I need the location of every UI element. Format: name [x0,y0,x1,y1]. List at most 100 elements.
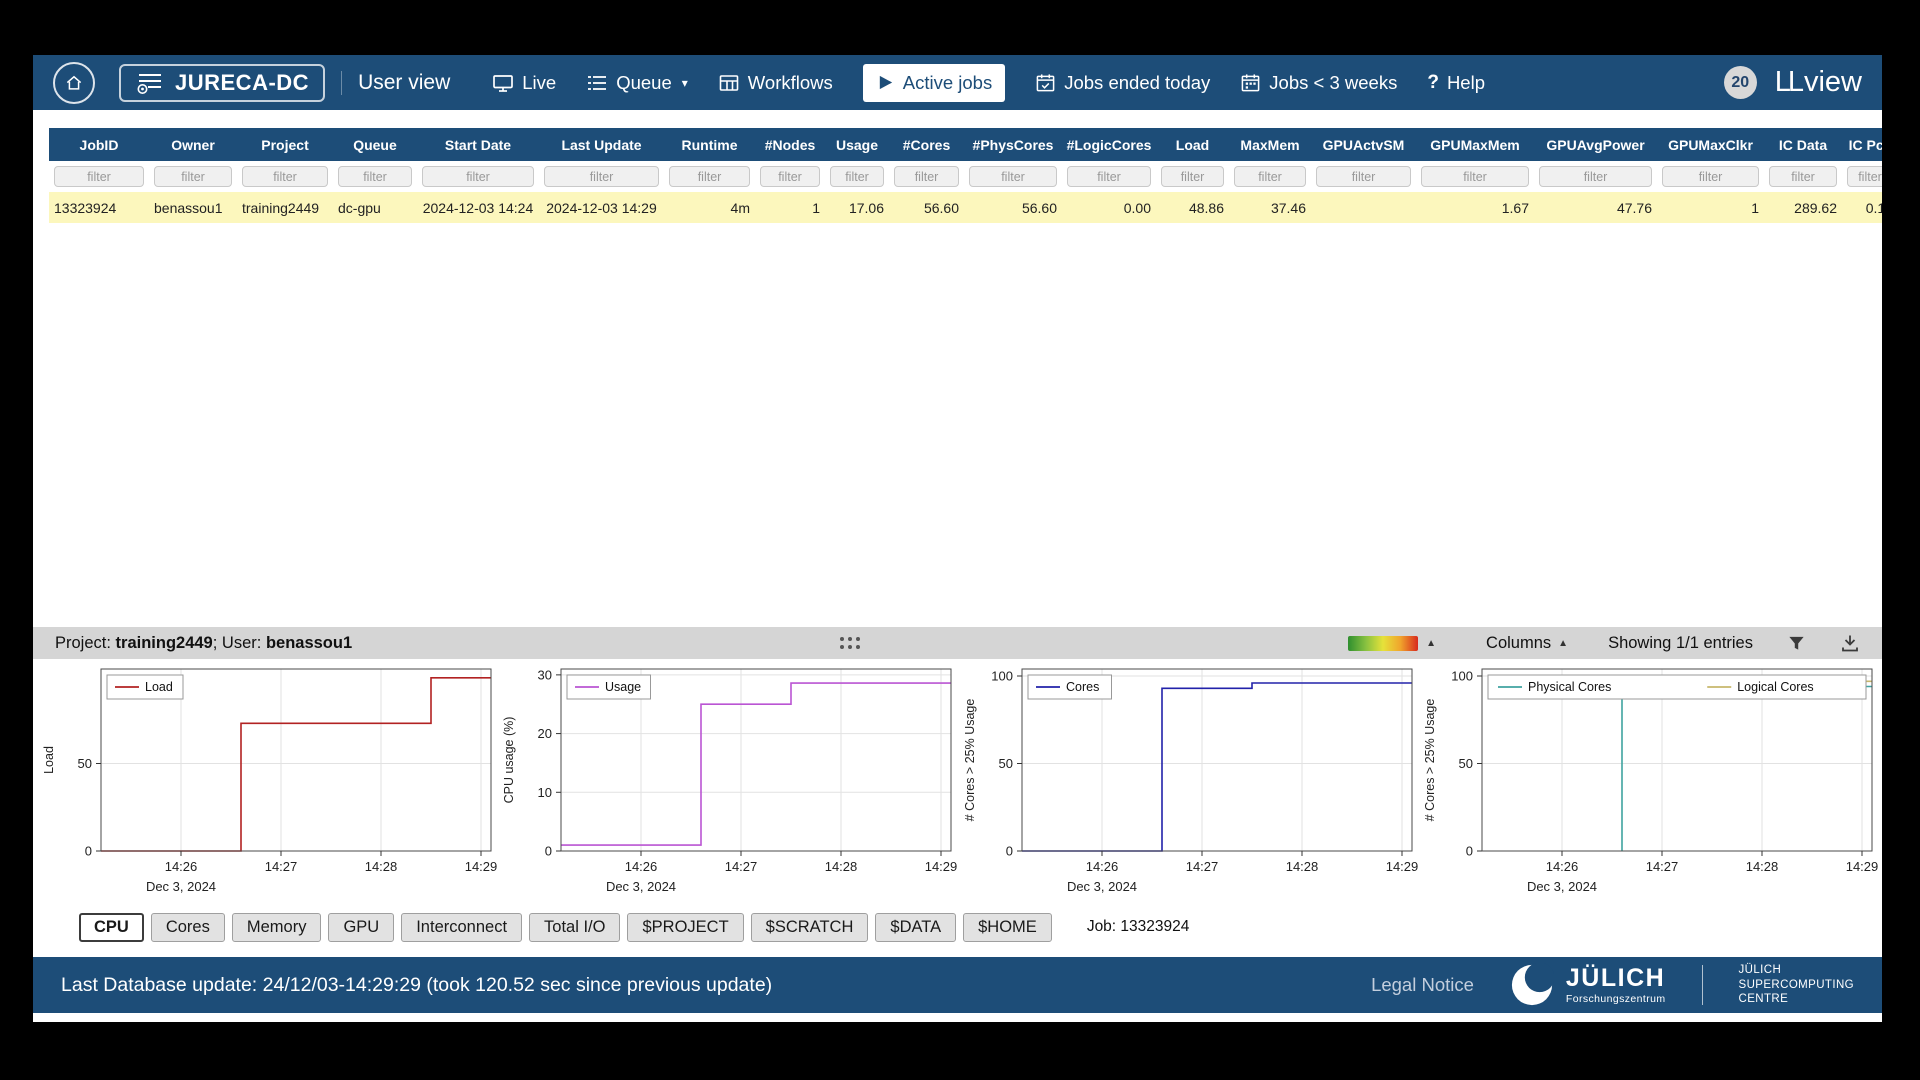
svg-text:Load: Load [145,680,173,694]
drag-handle[interactable] [840,637,860,649]
svg-text:14:29: 14:29 [1385,859,1417,874]
filter-input-owner[interactable] [154,166,232,187]
col-header-usage[interactable]: Usage [825,137,889,153]
filter-input-physcores[interactable] [969,166,1057,187]
col-header-cores[interactable]: #Cores [889,137,964,153]
tab-cpu[interactable]: CPU [79,913,144,942]
col-header-physcores[interactable]: #PhysCores [964,137,1062,153]
footer-top-spacer [33,943,1882,957]
legal-notice-link[interactable]: Legal Notice [1371,974,1474,996]
svg-text:14:29: 14:29 [1846,859,1878,874]
columns-button[interactable]: Columns ▲ [1486,634,1568,653]
filter-cell [1311,166,1416,187]
filter-input-queue[interactable] [338,166,412,187]
svg-text:50: 50 [998,756,1012,771]
cell-maxmem: 37.46 [1229,200,1311,216]
tab-interconnect[interactable]: Interconnect [401,913,522,942]
filter-input-gpuavgpower[interactable] [1539,166,1652,187]
col-header-gpumaxclkr[interactable]: GPUMaxClkr [1657,137,1764,153]
footer-divider [1702,965,1703,1005]
col-header-ic-pck[interactable]: IC Pck [1842,137,1882,153]
filter-input-nodes[interactable] [760,166,820,187]
tab-memory[interactable]: Memory [232,913,322,942]
nav-item-jobs-3-weeks[interactable]: Jobs < 3 weeks [1240,72,1397,94]
svg-text:50: 50 [78,756,92,771]
table-empty-area [33,223,1882,627]
filter-input-maxmem[interactable] [1234,166,1306,187]
col-header-gpuavgpower[interactable]: GPUAvgPower [1534,137,1657,153]
col-header-queue[interactable]: Queue [333,137,417,153]
col-header-ic-data[interactable]: IC Data [1764,137,1842,153]
nav-item-live[interactable]: Live [492,72,556,94]
svg-text:50: 50 [1459,756,1473,771]
nav-item-jobs-ended-today[interactable]: Jobs ended today [1035,72,1210,94]
filter-button[interactable] [1787,634,1806,653]
nav-item-active-jobs[interactable]: Active jobs [863,64,1005,102]
col-header-maxmem[interactable]: MaxMem [1229,137,1311,153]
filter-cell [1534,166,1657,187]
col-header-runtime[interactable]: Runtime [664,137,755,153]
col-header-load[interactable]: Load [1156,137,1229,153]
filter-input-logiccores[interactable] [1067,166,1151,187]
project-user-label: Project: training2449; User: benassou1 [55,634,352,653]
col-header-owner[interactable]: Owner [149,137,237,153]
usage-gradient-legend[interactable]: ▲ [1348,636,1436,651]
nav-item-help[interactable]: ?Help [1427,72,1485,94]
filter-input-start-date[interactable] [422,166,534,187]
metric-tabs: CPUCoresMemoryGPUInterconnectTotal I/O$P… [79,913,1052,942]
table-body: 13323924benassou1training2449dc-gpu2024-… [49,192,1882,223]
filter-input-last-update[interactable] [544,166,659,187]
tab-gpu[interactable]: GPU [328,913,394,942]
filter-input-jobid[interactable] [54,166,144,187]
col-header-gpuactvsm[interactable]: GPUActvSM [1311,137,1416,153]
svg-text:Usage: Usage [605,680,641,694]
jureca-logo-icon [135,70,165,96]
cell-physcores: 56.60 [964,200,1062,216]
col-header-last-update[interactable]: Last Update [539,137,664,153]
download-button[interactable] [1840,633,1860,653]
cell-gpumaxclkr: 1 [1657,200,1764,216]
filter-input-project[interactable] [242,166,328,187]
filter-cell [964,166,1062,187]
tab-project[interactable]: $PROJECT [627,913,743,942]
filter-input-ic-data[interactable] [1769,166,1837,187]
chevron-down-icon: ▾ [682,76,688,90]
filter-input-runtime[interactable] [669,166,750,187]
cell-runtime: 4m [664,200,755,216]
svg-text:Load: Load [42,746,56,774]
chevron-up-icon: ▲ [1426,638,1436,649]
tab-data[interactable]: $DATA [875,913,956,942]
col-header-start-date[interactable]: Start Date [417,137,539,153]
col-header-project[interactable]: Project [237,137,333,153]
col-header-nodes[interactable]: #Nodes [755,137,825,153]
job-id-link[interactable]: 13323924 [54,200,116,216]
filter-input-cores[interactable] [894,166,959,187]
svg-text:0: 0 [1466,844,1473,859]
tab-home[interactable]: $HOME [963,913,1052,942]
filter-input-gpuactvsm[interactable] [1316,166,1411,187]
tab-total-i-o[interactable]: Total I/O [529,913,620,942]
cell-nodes: 1 [755,200,825,216]
col-header-gpumaxmem[interactable]: GPUMaxMem [1416,137,1534,153]
tab-scratch[interactable]: $SCRATCH [751,913,869,942]
job-row[interactable]: 13323924benassou1training2449dc-gpu2024-… [49,192,1882,223]
tab-cores[interactable]: Cores [151,913,225,942]
col-header-jobid[interactable]: JobID [49,137,149,153]
svg-text:14:28: 14:28 [365,859,398,874]
play-icon [876,73,895,92]
filter-input-usage[interactable] [830,166,884,187]
cell-load: 48.86 [1156,200,1229,216]
home-button[interactable] [53,62,95,104]
filter-input-ic-pck[interactable] [1847,166,1882,187]
calendar-icon [1240,73,1261,93]
nav-item-workflows[interactable]: Workflows [718,72,833,94]
nav-item-queue[interactable]: Queue▾ [586,72,688,94]
svg-text:14:27: 14:27 [1646,859,1679,874]
filter-input-load[interactable] [1161,166,1224,187]
metric-tabs-row: CPUCoresMemoryGPUInterconnectTotal I/O$P… [33,911,1882,943]
col-header-logiccores[interactable]: #LogicCores [1062,137,1156,153]
nav-item-label: Active jobs [903,72,992,94]
filter-input-gpumaxmem[interactable] [1421,166,1529,187]
filter-input-gpumaxclkr[interactable] [1662,166,1759,187]
filter-cell [149,166,237,187]
